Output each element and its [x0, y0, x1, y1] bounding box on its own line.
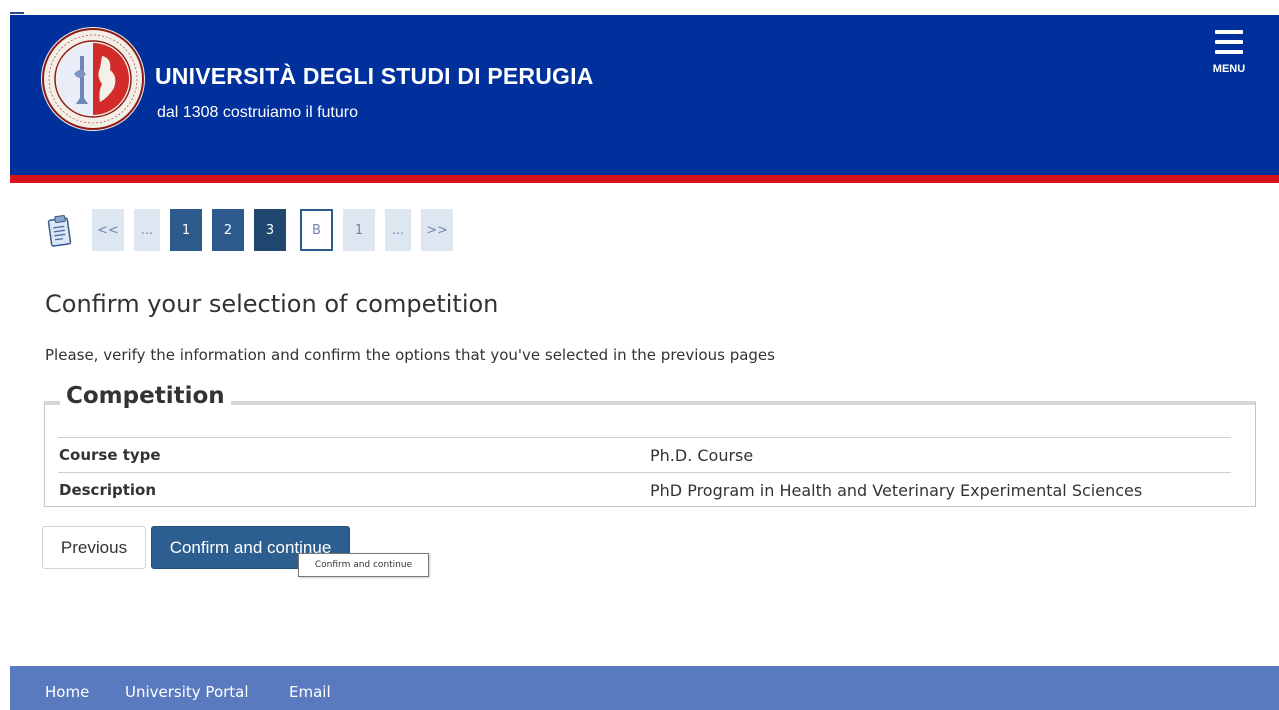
step-next-1[interactable]: 1	[343, 209, 375, 251]
step-current-b: B	[300, 209, 333, 251]
step-2[interactable]: 2	[212, 209, 244, 251]
menu-icon-bar	[1215, 40, 1243, 44]
university-seal-icon[interactable]	[40, 26, 146, 132]
previous-button[interactable]: Previous	[42, 526, 146, 569]
row-value: PhD Program in Health and Veterinary Exp…	[650, 481, 1143, 500]
section-legend: Competition	[60, 383, 231, 409]
competition-table: Course type Ph.D. Course Description PhD…	[58, 437, 1231, 507]
top-strip	[0, 0, 1279, 14]
menu-icon-bar	[1215, 30, 1243, 34]
table-row: Course type Ph.D. Course	[58, 437, 1231, 472]
intro-text: Please, verify the information and confi…	[45, 346, 775, 364]
university-tagline: dal 1308 costruiamo il futuro	[157, 104, 358, 121]
menu-label: MENU	[1212, 63, 1246, 75]
table-row: Description PhD Program in Health and Ve…	[58, 472, 1231, 507]
menu-icon-bar	[1215, 50, 1243, 54]
step-1[interactable]: 1	[170, 209, 202, 251]
footer-link-home[interactable]: Home	[45, 683, 89, 701]
confirm-tooltip: Confirm and continue	[298, 553, 429, 577]
menu-button[interactable]: MENU	[1210, 28, 1252, 76]
page-title: Confirm your selection of competition	[45, 290, 499, 318]
footer-link-university-portal[interactable]: University Portal	[125, 683, 249, 701]
row-label: Description	[59, 481, 157, 499]
step-ellipsis-after[interactable]: ...	[385, 209, 411, 251]
header-accent-bar	[10, 175, 1279, 183]
step-ellipsis-before[interactable]: ...	[134, 209, 160, 251]
site-header	[10, 15, 1279, 175]
clipboard-icon	[47, 214, 72, 247]
university-name[interactable]: UNIVERSITÀ DEGLI STUDI DI PERUGIA	[155, 63, 594, 90]
step-3[interactable]: 3	[254, 209, 286, 251]
step-first[interactable]: <<	[92, 209, 124, 251]
step-last[interactable]: >>	[421, 209, 453, 251]
row-label: Course type	[59, 446, 161, 464]
footer-link-email[interactable]: Email	[289, 683, 331, 701]
top-strip-mark	[10, 12, 24, 14]
row-value: Ph.D. Course	[650, 446, 754, 465]
site-footer: Home University Portal Email	[10, 666, 1279, 710]
